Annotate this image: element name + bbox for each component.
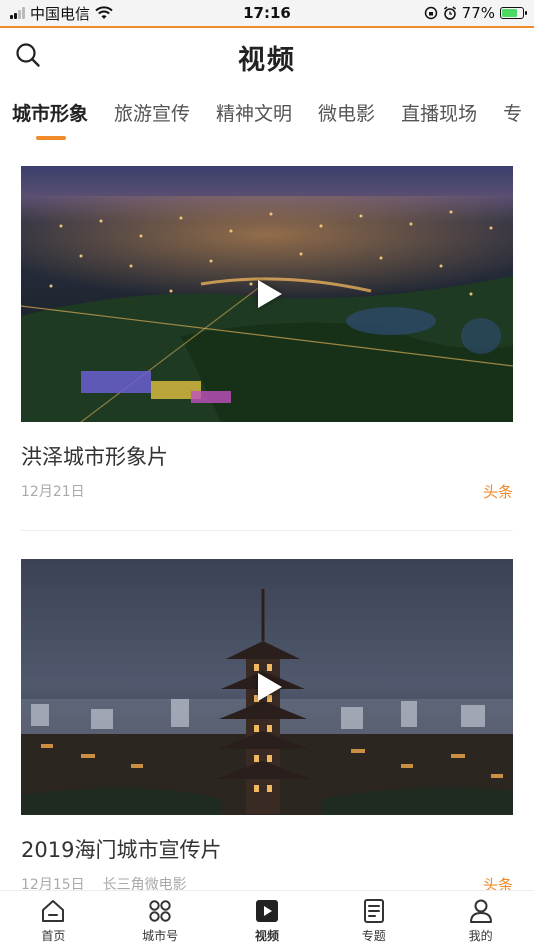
video-meta: 12月21日 头条 [21, 482, 513, 502]
play-icon[interactable] [258, 673, 282, 701]
page-header: 视频 [0, 28, 534, 86]
tab-tourism[interactable]: 旅游宣传 [101, 96, 203, 132]
video-title[interactable]: 洪泽城市形象片 [21, 442, 513, 472]
video-icon [255, 900, 278, 922]
signal-icon [10, 7, 25, 19]
alarm-icon [443, 6, 456, 20]
nav-home-label: 首页 [41, 929, 66, 943]
play-icon[interactable] [258, 280, 282, 308]
video-date: 12月21日 [21, 484, 85, 500]
user-icon [469, 899, 492, 923]
battery-percent: 77% [461, 4, 495, 22]
tab-live[interactable]: 直播现场 [388, 96, 490, 132]
nav-city[interactable]: 城市号 [120, 897, 200, 944]
tab-city-image[interactable]: 城市形象 [0, 96, 101, 132]
bottom-nav: 首页 城市号 视频 专题 我的 [0, 890, 534, 950]
battery-fill [502, 9, 518, 17]
video-title[interactable]: 2019海门城市宣传片 [21, 835, 513, 865]
wifi-icon [95, 6, 113, 19]
category-tabs: 城市形象 旅游宣传 精神文明 微电影 直播现场 专 [0, 96, 534, 146]
headline-tag: 头条 [482, 483, 513, 501]
tab-special[interactable]: 专 [490, 96, 534, 132]
status-right: 77% [424, 4, 527, 22]
nav-city-label: 城市号 [142, 929, 179, 943]
tab-civilization[interactable]: 精神文明 [203, 96, 305, 132]
video-card[interactable]: 2019海门城市宣传片 12月15日 长三角微电影 头条 [21, 559, 513, 895]
search-icon[interactable] [14, 41, 42, 69]
nav-video[interactable]: 视频 [227, 897, 307, 944]
nav-me[interactable]: 我的 [441, 897, 521, 944]
nav-home[interactable]: 首页 [13, 897, 93, 944]
grid-icon [149, 900, 171, 922]
page-title: 视频 [238, 44, 296, 76]
document-icon [363, 899, 384, 923]
nav-topics[interactable]: 专题 [334, 897, 414, 944]
divider [21, 530, 513, 531]
battery-icon [500, 7, 527, 19]
video-meta-left: 12月21日 [21, 482, 85, 502]
carrier-label: 中国电信 [30, 4, 91, 23]
tab-micro-film[interactable]: 微电影 [305, 96, 388, 132]
status-left: 中国电信 [10, 3, 113, 24]
home-icon [42, 900, 65, 922]
video-thumbnail[interactable] [21, 166, 513, 422]
nav-video-label: 视频 [254, 929, 279, 943]
rotation-lock-icon [424, 6, 437, 20]
video-card[interactable]: 洪泽城市形象片 12月21日 头条 [21, 166, 513, 531]
status-bar: 中国电信 17:16 77% [0, 0, 534, 26]
nav-me-label: 我的 [468, 929, 493, 943]
nav-topics-label: 专题 [361, 929, 386, 943]
video-feed: 洪泽城市形象片 12月21日 头条 2019海门城市宣传片 12月15日 长三角… [21, 166, 513, 895]
video-thumbnail[interactable] [21, 559, 513, 815]
